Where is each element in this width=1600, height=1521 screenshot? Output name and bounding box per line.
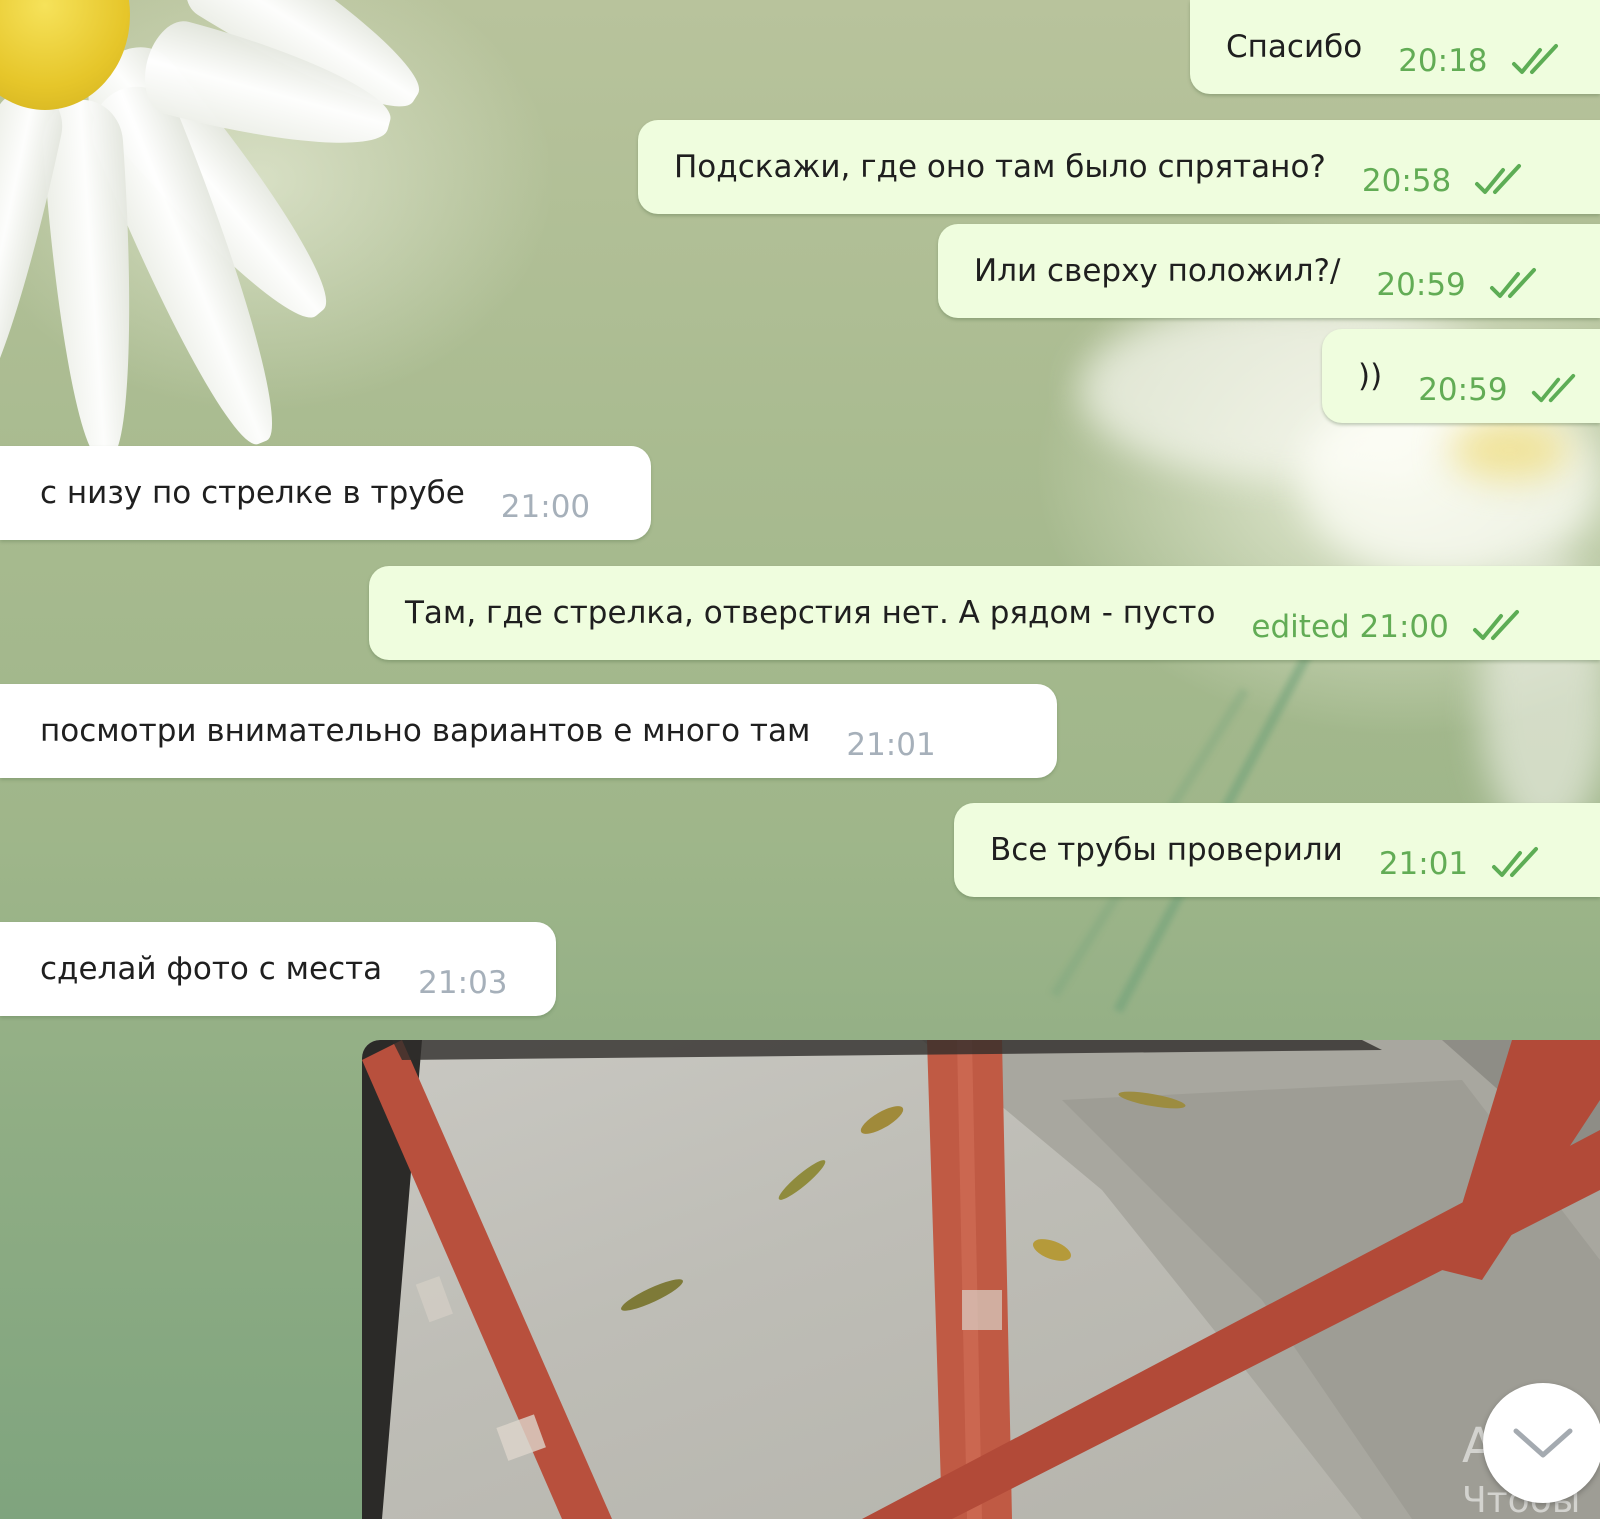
message-text: сделай фото с места: [40, 951, 383, 987]
photo-content: [362, 1040, 1600, 1519]
incoming-message[interactable]: сделай фото с места 21:03: [0, 922, 556, 1016]
message-time: 20:18: [1398, 43, 1488, 79]
double-check-icon: [1531, 373, 1575, 403]
double-check-icon: [1489, 268, 1536, 298]
message-time: 21:01: [846, 727, 936, 763]
outgoing-message[interactable]: Или сверху положил?/ 20:59: [938, 224, 1600, 318]
message-time: edited 21:00: [1251, 609, 1449, 645]
outgoing-message[interactable]: Подскажи, где оно там было спрятано? 20:…: [638, 120, 1600, 214]
incoming-message[interactable]: посмотри внимательно вариантов е много т…: [0, 684, 1057, 778]
blurred-flower-center: [1450, 420, 1570, 480]
scroll-down-button[interactable]: [1483, 1383, 1600, 1503]
outgoing-message[interactable]: Все трубы проверили 21:01: [954, 803, 1600, 897]
photo-attachment[interactable]: [362, 1040, 1600, 1519]
message-time: 20:59: [1418, 372, 1508, 408]
outgoing-message[interactable]: Там, где стрелка, отверстия нет. А рядом…: [369, 566, 1600, 660]
outgoing-message[interactable]: )) 20:59: [1322, 329, 1600, 423]
double-check-icon: [1475, 164, 1522, 194]
message-text: Спасибо: [1226, 29, 1363, 65]
message-text: Подскажи, где оно там было спрятано?: [674, 149, 1326, 185]
double-check-icon: [1492, 847, 1539, 877]
incoming-message[interactable]: с низу по стрелке в трубе 21:00: [0, 446, 651, 540]
outgoing-message[interactable]: Спасибо 20:18: [1190, 0, 1600, 94]
double-check-icon: [1472, 610, 1519, 640]
double-check-icon: [1511, 44, 1558, 74]
message-time: 21:01: [1378, 846, 1469, 882]
message-text: посмотри внимательно вариантов е много т…: [40, 713, 811, 749]
message-text: )): [1358, 358, 1383, 394]
message-text: с низу по стрелке в трубе: [40, 475, 465, 511]
message-time: 21:00: [500, 489, 591, 525]
message-time: 20:58: [1361, 163, 1452, 199]
message-time: 20:59: [1376, 267, 1466, 303]
chevron-down-icon: [1513, 1428, 1573, 1458]
message-time: 21:03: [418, 965, 508, 1001]
message-text: Или сверху положил?/: [974, 253, 1341, 289]
message-text: Там, где стрелка, отверстия нет. А рядом…: [405, 595, 1216, 631]
message-text: Все трубы проверили: [990, 832, 1343, 868]
